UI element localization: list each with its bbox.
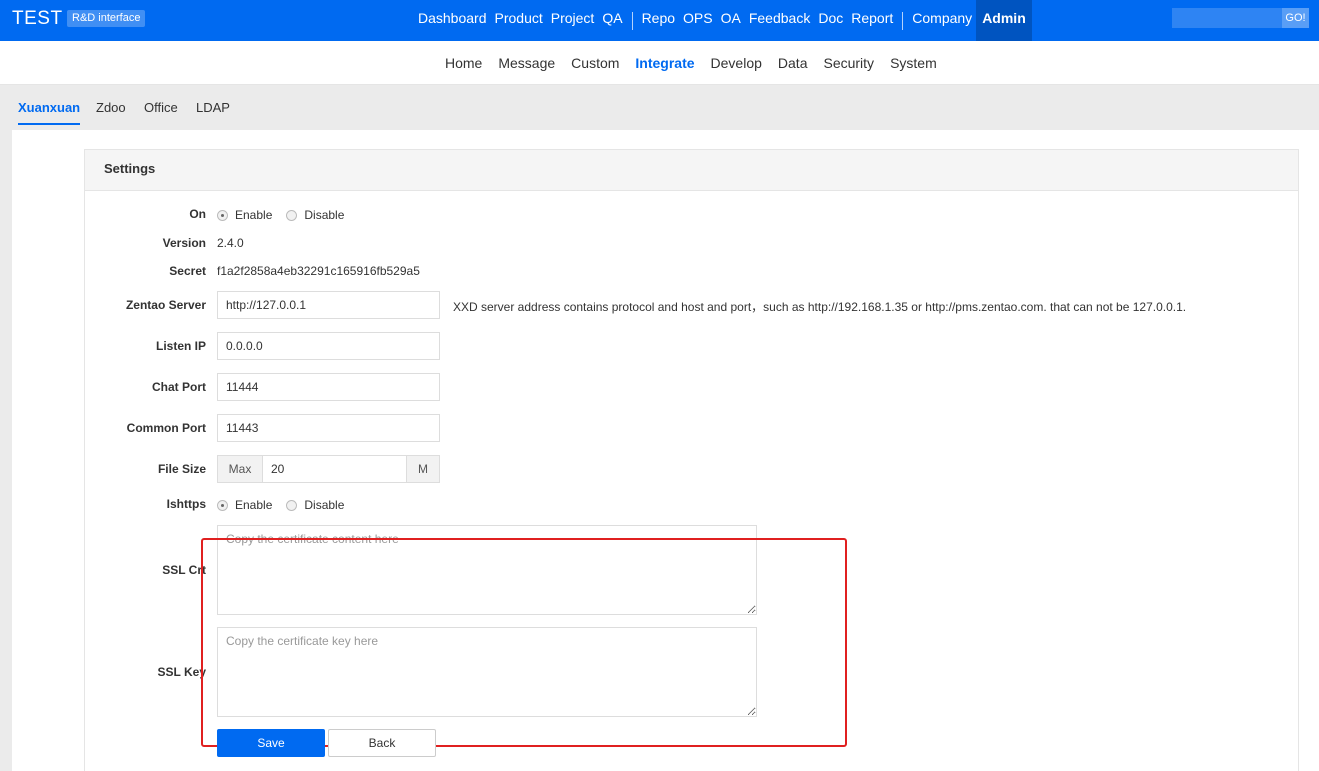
nav-feedback[interactable]: Feedback	[745, 0, 814, 41]
subnav-message[interactable]: Message	[490, 41, 563, 85]
on-radio-group: Enable Disable	[217, 208, 358, 222]
common-port-input[interactable]	[217, 414, 440, 442]
search-input[interactable]	[1172, 8, 1282, 28]
file-size-max-addon: Max	[217, 455, 263, 483]
on-disable-label[interactable]: Disable	[304, 208, 344, 222]
ishttps-label: Ishttps	[166, 497, 206, 511]
ishttps-radio-group: Enable Disable	[217, 498, 358, 512]
file-size-label: File Size	[157, 462, 206, 476]
subnav-integrate[interactable]: Integrate	[627, 41, 702, 85]
ishttps-enable-radio[interactable]	[217, 499, 228, 511]
listen-ip-label: Listen IP	[155, 339, 206, 353]
nav-admin[interactable]: Admin	[976, 0, 1032, 41]
nav-repo[interactable]: Repo	[638, 0, 679, 41]
nav-divider	[902, 11, 904, 30]
integration-tabs: Xuanxuan Zdoo Office LDAP	[0, 86, 1319, 130]
main-nav: Dashboard Product Project QA Repo OPS OA…	[414, 0, 1032, 41]
subnav-system[interactable]: System	[882, 41, 945, 85]
ssl-key-textarea[interactable]	[217, 627, 757, 717]
nav-dashboard[interactable]: Dashboard	[414, 0, 491, 41]
nav-doc[interactable]: Doc	[814, 0, 847, 41]
tab-ldap[interactable]: LDAP	[196, 100, 230, 123]
subnav-custom[interactable]: Custom	[563, 41, 627, 85]
subnav-develop[interactable]: Develop	[703, 41, 770, 85]
subnav-home[interactable]: Home	[437, 41, 490, 85]
ishttps-enable-label[interactable]: Enable	[235, 498, 272, 512]
version-value: 2.4.0	[217, 236, 244, 250]
zentao-server-input[interactable]	[217, 291, 440, 319]
zentao-server-help: XXD server address contains protocol and…	[453, 300, 1187, 314]
nav-oa[interactable]: OA	[717, 0, 745, 41]
chat-port-label: Chat Port	[152, 380, 206, 394]
file-size-input[interactable]	[262, 455, 407, 483]
settings-panel: Settings On Enable Disable Version 2.4.0…	[84, 149, 1299, 771]
subnav-data[interactable]: Data	[770, 41, 816, 85]
secret-value: f1a2f2858a4eb32291c165916fb529a5	[217, 264, 420, 278]
back-button[interactable]: Back	[328, 729, 436, 757]
subnav-security[interactable]: Security	[815, 41, 882, 85]
nav-qa[interactable]: QA	[598, 0, 626, 41]
on-label: On	[189, 207, 206, 221]
ssl-crt-label: SSL Crt	[162, 563, 206, 577]
nav-product[interactable]: Product	[491, 0, 547, 41]
ishttps-disable-radio[interactable]	[286, 499, 298, 511]
tab-office[interactable]: Office	[144, 100, 178, 123]
top-header: TEST R&D interface Dashboard Product Pro…	[0, 0, 1319, 41]
main-content: Settings On Enable Disable Version 2.4.0…	[12, 130, 1319, 771]
on-disable-radio[interactable]	[286, 209, 298, 221]
ssl-crt-textarea[interactable]	[217, 525, 757, 615]
search-go-button[interactable]: GO!	[1282, 8, 1309, 28]
tab-zdoo[interactable]: Zdoo	[96, 100, 126, 123]
on-enable-label[interactable]: Enable	[235, 208, 272, 222]
nav-company[interactable]: Company	[908, 0, 976, 41]
chat-port-input[interactable]	[217, 373, 440, 401]
ishttps-disable-label[interactable]: Disable	[304, 498, 344, 512]
on-enable-radio[interactable]	[217, 209, 228, 221]
brand-title[interactable]: TEST	[12, 8, 63, 30]
admin-subnav: Home Message Custom Integrate Develop Da…	[0, 41, 1319, 85]
nav-report[interactable]: Report	[847, 0, 897, 41]
version-label: Version	[162, 236, 206, 250]
tab-xuanxuan[interactable]: Xuanxuan	[18, 100, 81, 125]
interface-badge[interactable]: R&D interface	[67, 10, 146, 27]
common-port-label: Common Port	[126, 421, 206, 435]
ssl-key-label: SSL Key	[157, 665, 206, 679]
nav-divider	[631, 11, 633, 30]
panel-title: Settings	[85, 150, 1298, 191]
nav-ops[interactable]: OPS	[679, 0, 717, 41]
save-button[interactable]: Save	[217, 729, 325, 757]
listen-ip-input[interactable]	[217, 332, 440, 360]
file-size-unit-addon: M	[406, 455, 440, 483]
nav-project[interactable]: Project	[547, 0, 599, 41]
zentao-server-label: Zentao Server	[125, 298, 206, 312]
secret-label: Secret	[169, 264, 206, 278]
